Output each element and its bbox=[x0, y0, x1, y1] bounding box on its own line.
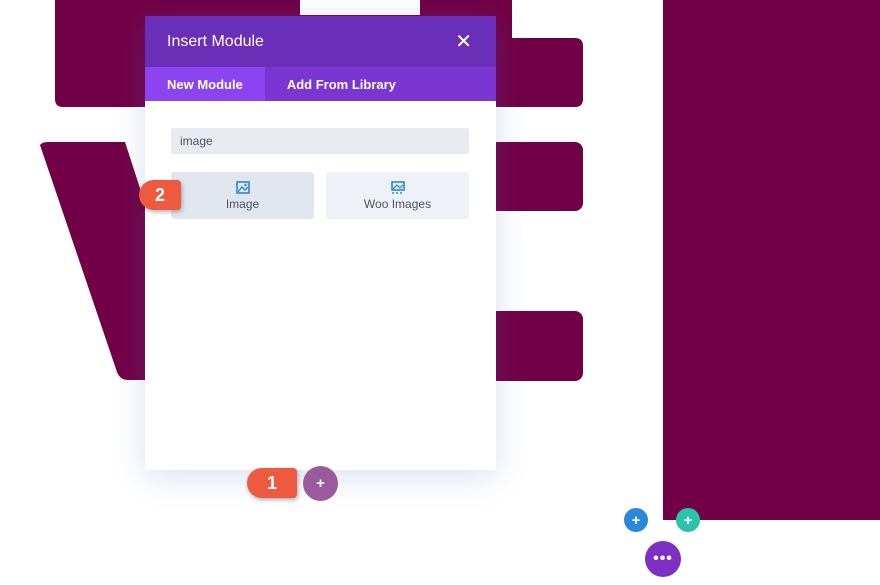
letter-shape-v bbox=[40, 142, 160, 380]
tab-add-from-library[interactable]: Add From Library bbox=[265, 67, 418, 101]
module-option-label: Image bbox=[225, 196, 260, 211]
image-icon bbox=[235, 180, 250, 194]
module-option-label: Woo Images bbox=[363, 196, 432, 211]
module-option-woo-images[interactable]: Woo Images bbox=[326, 172, 469, 219]
step-callout-1: 1 bbox=[247, 468, 297, 498]
modal-tabs: New Module Add From Library bbox=[145, 67, 496, 101]
module-option-image[interactable]: Image bbox=[171, 172, 314, 219]
step-callout-2: 2 bbox=[139, 180, 181, 210]
tab-new-module[interactable]: New Module bbox=[145, 67, 265, 101]
modal-title: Insert Module bbox=[167, 32, 264, 50]
woo-images-icon bbox=[390, 180, 405, 194]
column-shape bbox=[663, 0, 880, 520]
add-column-plus-icon[interactable]: + bbox=[676, 508, 700, 532]
insert-module-modal: Insert Module ✕ New Module Add From Libr… bbox=[145, 16, 496, 470]
close-icon[interactable]: ✕ bbox=[455, 29, 472, 54]
modal-header: Insert Module ✕ bbox=[145, 16, 496, 67]
ellipsis-icon[interactable]: ••• bbox=[645, 541, 681, 577]
module-search-input[interactable] bbox=[171, 128, 469, 154]
add-row-plus-icon[interactable]: + bbox=[624, 508, 648, 532]
plus-icon[interactable]: + bbox=[303, 466, 338, 501]
